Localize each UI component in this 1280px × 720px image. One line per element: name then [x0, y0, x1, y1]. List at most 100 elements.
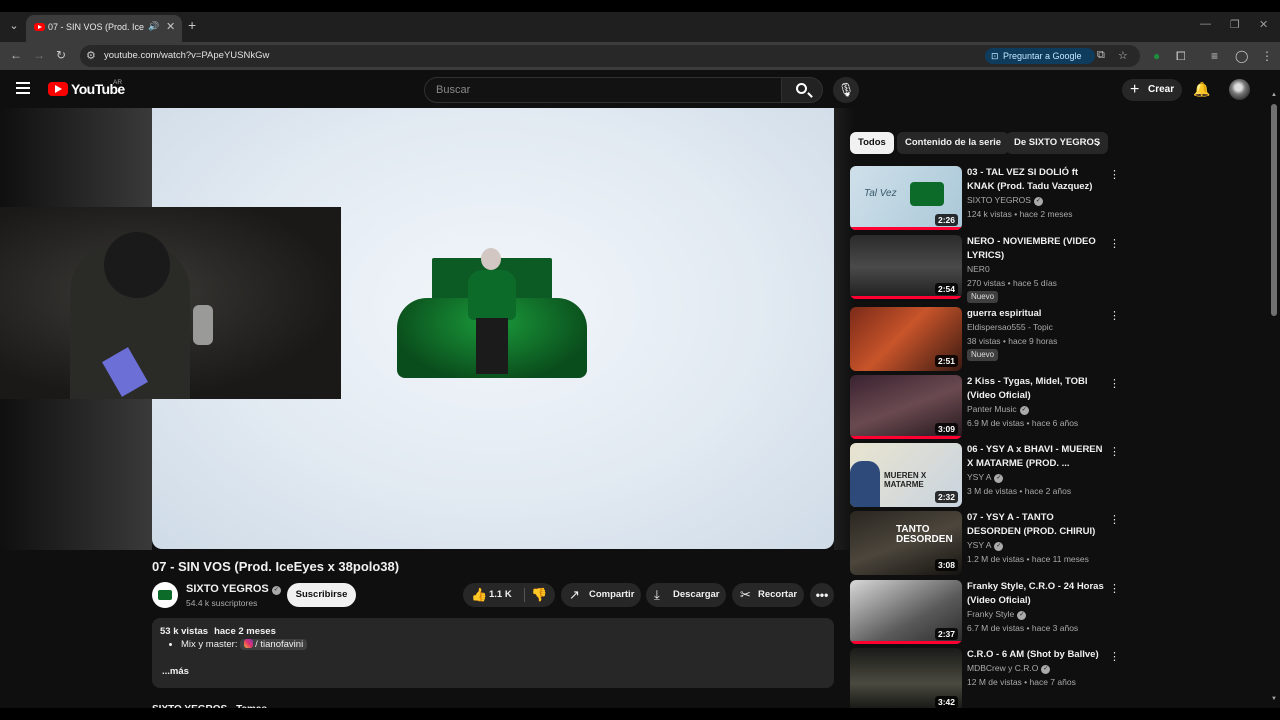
minimize-window-icon[interactable]: — — [1200, 18, 1211, 30]
recommendation-channel[interactable]: Panter Music ✓ — [967, 404, 1029, 415]
thumbs-up-icon[interactable]: 👍 — [471, 583, 487, 607]
more-options-icon[interactable]: ⋮ — [1109, 309, 1120, 322]
recommendation-channel[interactable]: Eldispersao555 - Topic — [967, 322, 1053, 332]
chip-from-channel[interactable]: De SIXTO YEGROS — [1006, 132, 1109, 154]
instagram-link[interactable]: / tianofavini — [240, 639, 308, 650]
recommendation-item[interactable]: TANTO DESORDEN 3:08 07 - YSY A - TANTO DE… — [850, 511, 1120, 575]
recommendation-item[interactable]: MUEREN X MATARME 2:32 06 - YSY A x BHAVI… — [850, 443, 1120, 507]
recommendation-item[interactable]: Tal Vez 2:26 03 - TAL VEZ SI DOLIÓ ft KN… — [850, 166, 1120, 230]
video-thumbnail[interactable]: 2:51 — [850, 307, 962, 371]
more-options-icon[interactable]: ⋮ — [1109, 445, 1120, 458]
restore-window-icon[interactable]: ❐ — [1230, 18, 1240, 31]
tab-list-chevron-icon[interactable]: ⌄ — [6, 18, 22, 34]
recommendation-title[interactable]: guerra espiritual — [967, 307, 1105, 321]
video-thumbnail[interactable]: TANTO DESORDEN 3:08 — [850, 511, 962, 575]
chevron-right-icon[interactable]: › — [1096, 136, 1100, 150]
recommendation-title[interactable]: 03 - TAL VEZ SI DOLIÓ ft KNAK (Prod. Tad… — [967, 166, 1105, 193]
ask-google-button[interactable]: ⊡ Preguntar a Google — [985, 48, 1095, 64]
recommendation-title[interactable]: C.R.O - 6 AM (Shot by Ballve) — [967, 648, 1105, 662]
watch-progress-bar — [850, 436, 962, 439]
channel-avatar[interactable] — [152, 582, 178, 608]
search-input[interactable] — [425, 78, 781, 102]
recommendation-channel[interactable]: Franky Style ✓ — [967, 609, 1027, 620]
chip-all[interactable]: Todos — [850, 132, 894, 154]
video-thumbnail[interactable]: Tal Vez 2:26 — [850, 166, 962, 230]
recommendation-item[interactable]: 2:54 NERO - NOVIEMBRE (VIDEO LYRICS) NER… — [850, 235, 1120, 303]
more-actions-icon[interactable]: ••• — [810, 583, 834, 607]
account-avatar[interactable] — [1229, 79, 1250, 100]
window-top-edge — [0, 0, 1280, 12]
voice-search-mic-icon[interactable]: 🎙 — [833, 77, 859, 103]
more-options-icon[interactable]: ⋮ — [1109, 582, 1120, 595]
new-tab-plus-icon[interactable]: + — [188, 17, 196, 33]
recommendation-item[interactable]: 3:42 C.R.O - 6 AM (Shot by Ballve) MDBCr… — [850, 648, 1120, 712]
show-more-link[interactable]: ...más — [162, 666, 189, 677]
create-button[interactable]: + Crear — [1122, 79, 1182, 101]
more-options-icon[interactable]: ⋮ — [1109, 377, 1120, 390]
recommendation-channel[interactable]: YSY A ✓ — [967, 472, 1004, 483]
page-scrollbar-thumb[interactable] — [1271, 104, 1277, 316]
window-bottom-edge — [0, 708, 1280, 720]
video-thumbnail[interactable]: 3:09 — [850, 375, 962, 439]
recommendation-channel[interactable]: SIXTO YEGROS ✓ — [967, 195, 1043, 206]
youtube-logo-icon[interactable] — [48, 82, 68, 96]
profile-icon[interactable]: ◯ — [1235, 49, 1248, 63]
video-thumbnail[interactable]: 2:54 — [850, 235, 962, 299]
recommendation-item[interactable]: 2:51 guerra espiritual Eldispersao555 - … — [850, 307, 1120, 371]
description-box[interactable]: 53 k vistas hace 2 meses Mix y master: / … — [152, 618, 834, 688]
credit-line: Mix y master: / tianofavini — [181, 639, 826, 650]
recommendation-title[interactable]: Franky Style, C.R.O - 24 Horas (Video Of… — [967, 580, 1105, 607]
download-button[interactable]: ⤓ Descargar — [646, 583, 726, 607]
address-bar[interactable]: ⚙ youtube.com/watch?v=PApeYUSNkGw ⊡ Preg… — [80, 45, 1140, 67]
recommendation-title[interactable]: 2 Kiss - Tygas, Midel, TOBI (Video Ofici… — [967, 375, 1105, 402]
video-thumbnail[interactable]: MUEREN X MATARME 2:32 — [850, 443, 962, 507]
back-arrow-icon[interactable]: ← — [10, 48, 22, 62]
recommendation-title[interactable]: 06 - YSY A x BHAVI - MUEREN X MATARME (P… — [967, 443, 1105, 470]
new-badge: Nuevo — [967, 349, 999, 361]
chip-series-content[interactable]: Contenido de la serie — [897, 132, 1010, 154]
recommendation-channel[interactable]: NER0 — [967, 264, 990, 274]
browser-tab-active[interactable]: 07 - SIN VOS (Prod. IceEyes x 38polo38) … — [26, 15, 182, 42]
recommendation-meta: 6.7 M de vistas • hace 3 años — [967, 623, 1079, 633]
hamburger-menu-icon[interactable] — [16, 82, 30, 94]
recommendation-title[interactable]: NERO - NOVIEMBRE (VIDEO LYRICS) — [967, 235, 1105, 262]
recommendation-item[interactable]: 2:37 Franky Style, C.R.O - 24 Horas (Vid… — [850, 580, 1120, 644]
notifications-bell-icon[interactable]: 🔔 — [1193, 81, 1210, 98]
recommendation-title[interactable]: 07 - YSY A - TANTO DESORDEN (PROD. CHIRU… — [967, 511, 1105, 538]
search-box[interactable] — [424, 77, 782, 103]
verified-check-icon: ✓ — [994, 542, 1004, 551]
browser-menu-icon[interactable]: ⋮ — [1261, 49, 1273, 63]
extensions-puzzle-icon[interactable]: ⧠ — [1176, 49, 1186, 64]
site-info-icon[interactable]: ⚙ — [86, 49, 96, 62]
channel-name[interactable]: SIXTO YEGROS ✓ — [186, 583, 281, 595]
scroll-up-arrow-icon[interactable]: ▲ — [1271, 92, 1277, 98]
close-window-icon[interactable]: ✕ — [1259, 18, 1268, 31]
recommendation-channel[interactable]: MDBCrew y C.R.O ✓ — [967, 663, 1051, 674]
more-options-icon[interactable]: ⋮ — [1109, 237, 1120, 250]
video-thumbnail[interactable]: 3:42 — [850, 648, 962, 712]
more-options-icon[interactable]: ⋮ — [1109, 513, 1120, 526]
search-button[interactable] — [781, 77, 823, 103]
recommendation-item[interactable]: 3:09 2 Kiss - Tygas, Midel, TOBI (Video … — [850, 375, 1120, 439]
forward-arrow-icon[interactable]: → — [33, 48, 45, 62]
share-button[interactable]: ↗ Compartir — [561, 583, 641, 607]
cast-icon[interactable]: ⧉ — [1097, 49, 1105, 62]
subscribe-button[interactable]: Suscribirse — [287, 583, 356, 607]
close-tab-icon[interactable]: ✕ — [166, 20, 175, 33]
bookmark-star-icon[interactable]: ☆ — [1118, 49, 1128, 62]
extension-green-icon[interactable]: ● — [1153, 49, 1160, 63]
description-meta: 53 k vistas hace 2 meses — [160, 626, 826, 637]
reload-icon[interactable]: ↻ — [56, 48, 66, 62]
more-options-icon[interactable]: ⋮ — [1109, 650, 1120, 663]
thumbs-down-icon[interactable]: 👎 — [531, 583, 547, 607]
webcam-overlay — [0, 207, 341, 399]
recommendation-channel[interactable]: YSY A ✓ — [967, 540, 1004, 551]
like-count[interactable]: 1.1 K — [489, 583, 512, 607]
more-options-icon[interactable]: ⋮ — [1109, 168, 1120, 181]
scroll-down-arrow-icon[interactable]: ▼ — [1271, 696, 1277, 702]
media-controls-icon[interactable]: ≡ — [1211, 49, 1218, 63]
speaker-icon[interactable]: 🔊 — [148, 21, 159, 32]
url-text[interactable]: youtube.com/watch?v=PApeYUSNkGw — [104, 50, 269, 61]
video-thumbnail[interactable]: 2:37 — [850, 580, 962, 644]
clip-button[interactable]: ✂ Recortar — [732, 583, 804, 607]
